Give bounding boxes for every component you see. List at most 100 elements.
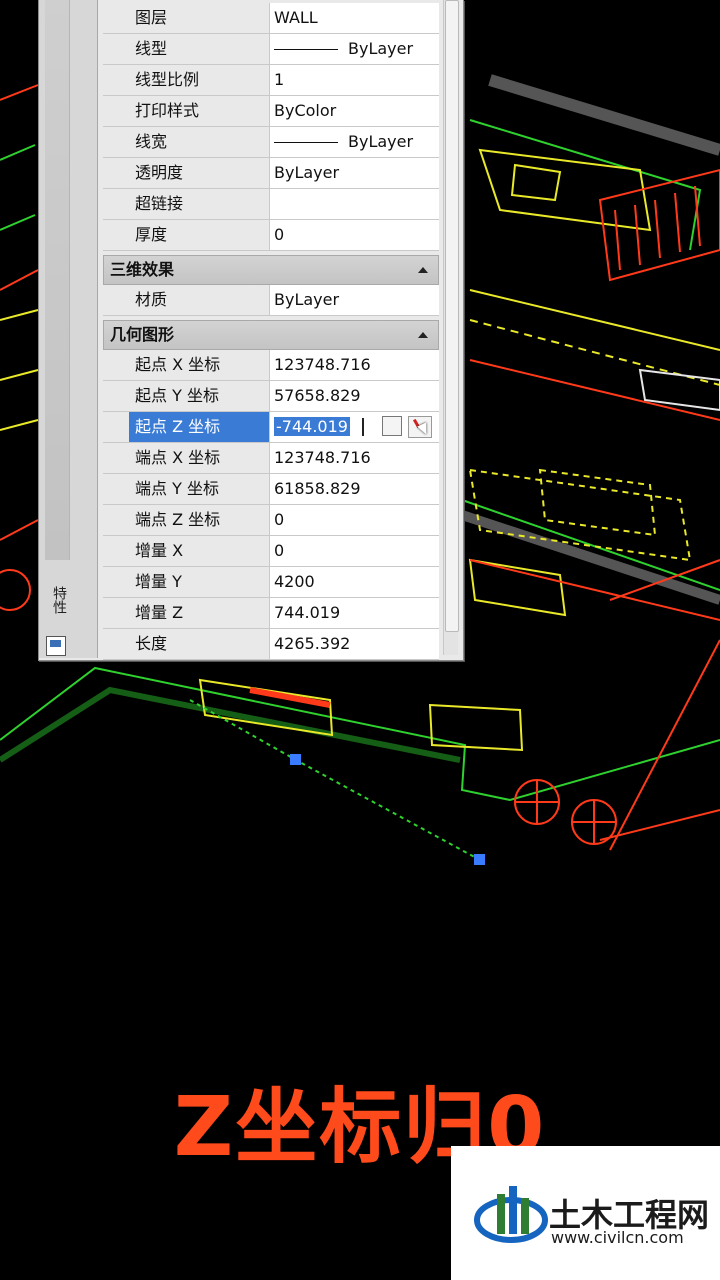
property-name: 起点 Y 坐标 xyxy=(129,381,269,411)
pick-point-button[interactable] xyxy=(408,416,432,438)
property-row[interactable]: 端点 X 坐标 123748.716 xyxy=(103,443,439,474)
property-row[interactable]: 线型 ByLayer xyxy=(103,34,439,65)
property-value[interactable]: 123748.716 xyxy=(269,443,439,473)
fixture xyxy=(478,148,652,232)
property-row[interactable]: 端点 Y 坐标 61858.829 xyxy=(103,474,439,505)
plant-symbol xyxy=(0,569,31,611)
property-row[interactable]: 线型比例 1 xyxy=(103,65,439,96)
linetype-sample xyxy=(274,49,338,50)
property-name: 端点 Z 坐标 xyxy=(129,505,269,535)
grip-point[interactable] xyxy=(474,854,485,865)
fixture xyxy=(538,468,657,537)
selected-line[interactable] xyxy=(189,699,481,861)
property-value[interactable]: ByColor xyxy=(269,96,439,126)
property-value[interactable]: 0 xyxy=(269,505,439,535)
quick-calc-button[interactable] xyxy=(382,416,402,436)
property-row[interactable]: 超链接 xyxy=(103,189,439,220)
value-text: 744.019 xyxy=(274,603,341,622)
property-row[interactable]: 起点 X 坐标 123748.716 xyxy=(103,350,439,381)
wall-red xyxy=(469,359,720,421)
property-row[interactable]: 打印样式 ByColor xyxy=(103,96,439,127)
property-name: 线宽 xyxy=(129,127,269,157)
property-value[interactable]: 744.019 xyxy=(269,598,439,628)
property-row[interactable]: 图层 WALL xyxy=(103,3,439,34)
properties-icon[interactable] xyxy=(46,636,66,656)
property-value[interactable]: ByLayer xyxy=(269,285,439,315)
property-row[interactable]: 端点 Z 坐标 0 xyxy=(103,505,439,536)
property-row[interactable]: 增量 Z 744.019 xyxy=(103,598,439,629)
property-name: 增量 Y xyxy=(129,567,269,597)
category-header[interactable]: 三维效果 xyxy=(103,255,439,285)
property-grid: 图层 WALL 线型 ByLayer 线型比例 1 打印样式 ByColor 线宽 ByLayer… xyxy=(103,3,439,660)
property-value[interactable]: -744.019 xyxy=(269,412,439,442)
property-row[interactable]: 起点 Z 坐标 -744.019 xyxy=(103,412,439,443)
value-text: 4265.392 xyxy=(274,634,351,653)
palette-title: 特性 xyxy=(51,586,67,614)
value-text: 57658.829 xyxy=(274,386,361,405)
text-cursor-icon xyxy=(362,418,364,436)
property-row[interactable]: 透明度 ByLayer xyxy=(103,158,439,189)
property-row[interactable]: 增量 Y 4200 xyxy=(103,567,439,598)
property-value[interactable]: 0 xyxy=(269,220,439,250)
watermark-logo: 土木工程网 www.civilcn.com xyxy=(451,1146,720,1280)
value-text: ByLayer xyxy=(348,132,414,151)
fixture xyxy=(198,678,334,737)
property-row[interactable]: 材质 ByLayer xyxy=(103,285,439,316)
watermark-url: www.civilcn.com xyxy=(551,1228,684,1247)
value-edit-field[interactable]: -744.019 xyxy=(274,417,350,436)
grip-point[interactable] xyxy=(290,754,301,765)
property-value[interactable]: WALL xyxy=(269,3,439,33)
scrollbar-thumb[interactable] xyxy=(445,0,459,632)
value-text: ByLayer xyxy=(274,290,340,309)
property-value[interactable]: 4265.392 xyxy=(269,629,439,659)
property-value[interactable] xyxy=(269,189,439,219)
value-text: 4200 xyxy=(274,572,315,591)
fixture xyxy=(428,703,524,752)
property-value[interactable]: 0 xyxy=(269,536,439,566)
property-value[interactable]: 1 xyxy=(269,65,439,95)
wall-outline xyxy=(0,686,461,763)
collapse-arrow-icon[interactable] xyxy=(418,267,428,273)
property-row[interactable]: 长度 4265.392 xyxy=(103,629,439,660)
wall-outline xyxy=(460,510,720,605)
value-text: 123748.716 xyxy=(274,448,371,467)
property-name: 材质 xyxy=(129,285,269,315)
property-name: 端点 Y 坐标 xyxy=(129,474,269,504)
property-row[interactable]: 增量 X 0 xyxy=(103,536,439,567)
properties-palette: 特性 图层 WALL 线型 ByLayer 线型比例 1 打印样式 ByColor 线宽 ByLa… xyxy=(38,0,464,661)
palette-scrollbar[interactable] xyxy=(443,0,459,655)
category-title: 几何图形 xyxy=(110,325,175,344)
property-name: 端点 X 坐标 xyxy=(129,443,269,473)
property-name: 打印样式 xyxy=(129,96,269,126)
value-text: 1 xyxy=(274,70,285,89)
fixture xyxy=(469,289,720,351)
category-title: 三维效果 xyxy=(110,260,175,279)
wall-outline xyxy=(0,144,36,231)
plant-symbol xyxy=(515,780,616,844)
category-header[interactable]: 几何图形 xyxy=(103,320,439,350)
property-value[interactable]: ByLayer xyxy=(269,158,439,188)
property-name: 起点 X 坐标 xyxy=(129,350,269,380)
property-value[interactable]: 61858.829 xyxy=(269,474,439,504)
property-value[interactable]: ByLayer xyxy=(269,34,439,64)
value-text: 0 xyxy=(274,510,285,529)
collapse-arrow-icon[interactable] xyxy=(418,332,428,338)
property-row[interactable]: 厚度 0 xyxy=(103,220,439,251)
property-value[interactable]: ByLayer xyxy=(269,127,439,157)
palette-side-strip: 特性 xyxy=(39,0,98,658)
property-name: 透明度 xyxy=(129,158,269,188)
property-value[interactable]: 4200 xyxy=(269,567,439,597)
property-name: 厚度 xyxy=(129,220,269,250)
fixture xyxy=(468,558,567,617)
property-row[interactable]: 线宽 ByLayer xyxy=(103,127,439,158)
palette-drag-bar[interactable] xyxy=(45,0,70,560)
property-value[interactable]: 123748.716 xyxy=(269,350,439,380)
fixture xyxy=(510,163,562,202)
linetype-sample xyxy=(274,142,338,143)
property-value[interactable]: 57658.829 xyxy=(269,381,439,411)
value-text: 0 xyxy=(274,541,285,560)
property-row[interactable]: 起点 Y 坐标 57658.829 xyxy=(103,381,439,412)
value-text: ByLayer xyxy=(348,39,414,58)
value-text: ByColor xyxy=(274,101,337,120)
wall-outline xyxy=(488,74,720,156)
